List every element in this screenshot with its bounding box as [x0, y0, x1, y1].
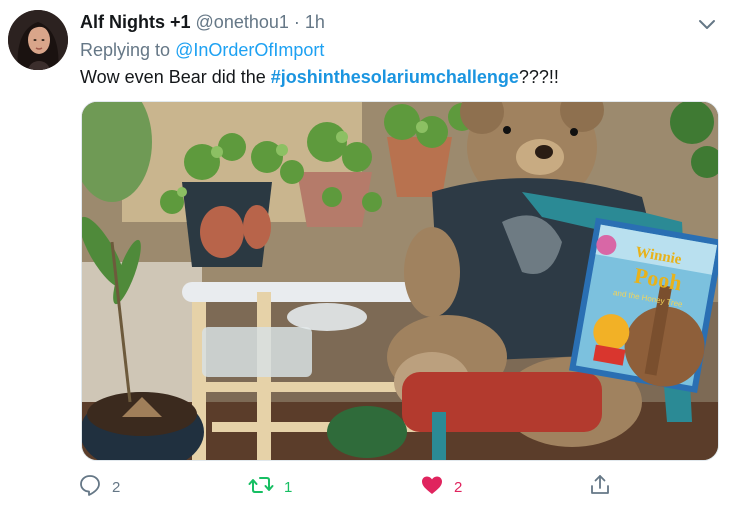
tweet-actions: 2 1 2	[78, 472, 638, 502]
like-button[interactable]: 2	[420, 472, 462, 502]
tweet-text-suffix: ???!!	[518, 67, 559, 87]
avatar-image	[8, 10, 68, 70]
timestamp[interactable]: 1h	[305, 12, 325, 32]
share-button[interactable]	[588, 472, 612, 502]
retweet-button[interactable]: 1	[248, 472, 292, 502]
heart-icon	[420, 473, 444, 502]
chevron-down-icon[interactable]	[695, 12, 719, 36]
author-name[interactable]: Alf Nights +1	[80, 12, 191, 32]
retweet-icon	[248, 473, 274, 502]
photo-illustration: Winnie Pooh and the Honey Tree	[82, 102, 718, 460]
avatar[interactable]	[8, 10, 68, 70]
tweet-text: Wow even Bear did the #joshinthesolarium…	[80, 67, 559, 88]
separator-dot: ·	[293, 12, 300, 32]
tweet-text-prefix: Wow even Bear did the	[80, 67, 271, 87]
share-icon	[588, 473, 612, 502]
retweet-count: 1	[284, 478, 293, 496]
replying-to-link[interactable]: @InOrderOfImport	[175, 40, 324, 60]
author-handle[interactable]: @onethou1	[196, 12, 289, 32]
tweet-header: Alf Nights +1 @onethou1 · 1h	[80, 12, 325, 33]
reply-button[interactable]: 2	[78, 472, 120, 502]
hashtag-link[interactable]: #joshinthesolariumchallenge	[271, 67, 519, 87]
reply-count: 2	[112, 478, 121, 496]
like-count: 2	[454, 478, 463, 496]
reply-icon	[78, 473, 102, 502]
replying-to: Replying to @InOrderOfImport	[80, 40, 324, 61]
tweet-photo[interactable]: Winnie Pooh and the Honey Tree	[81, 101, 719, 461]
replying-prefix: Replying to	[80, 40, 176, 60]
